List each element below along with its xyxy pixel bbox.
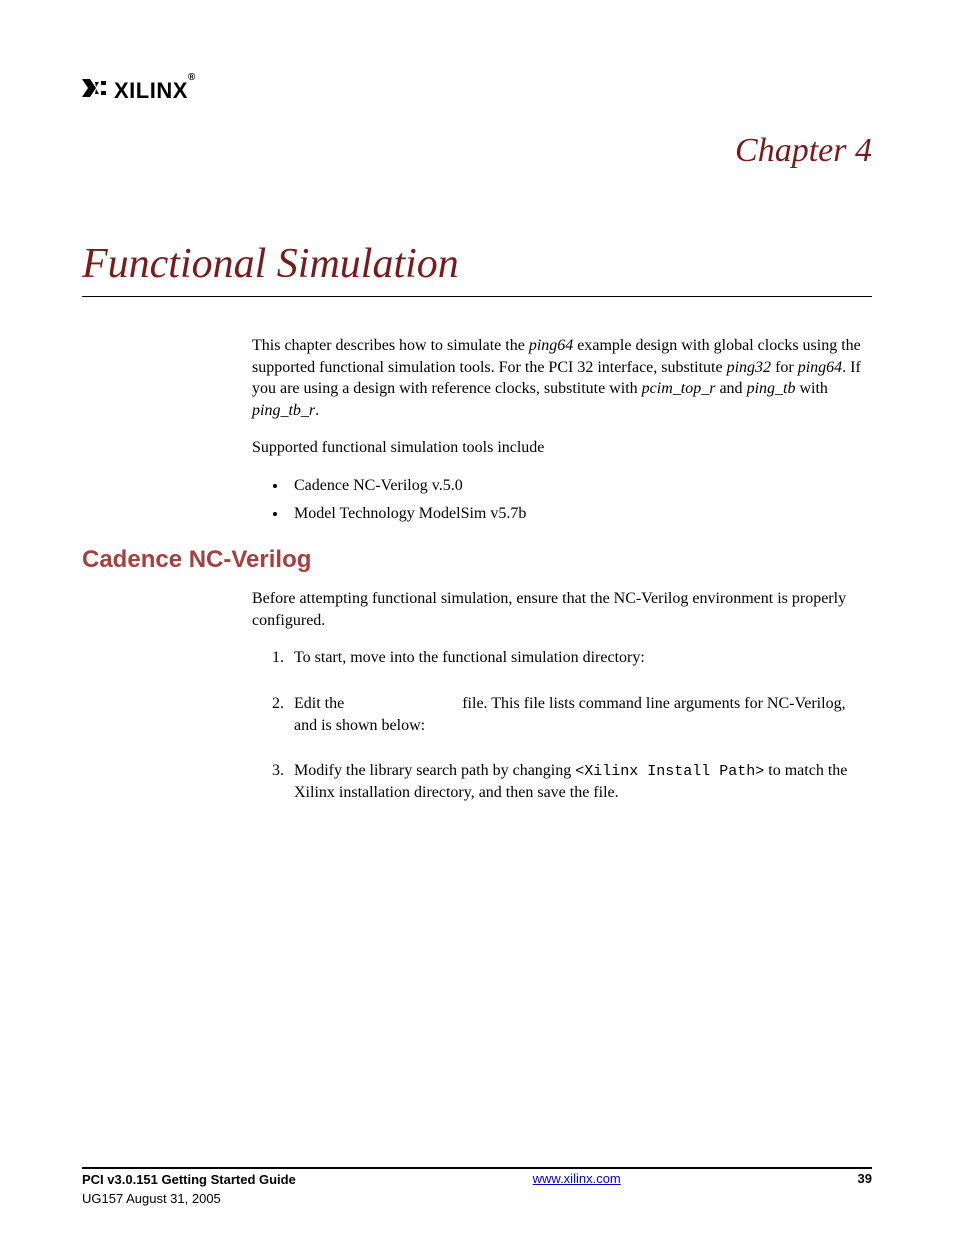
step-list: To start, move into the functional simul… [252, 647, 872, 804]
footer-url-link[interactable]: www.xilinx.com [533, 1171, 621, 1186]
xilinx-logo-icon [82, 79, 110, 103]
chapter-title: Functional Simulation [82, 240, 872, 288]
section1-paragraph: Before attempting functional simulation,… [252, 588, 872, 631]
page-footer: PCI v3.0.151 Getting Started Guide UG157… [82, 1171, 872, 1209]
step-2: Edit the file. This file lists command l… [288, 693, 872, 736]
section-heading-cadence: Cadence NC-Verilog [82, 546, 872, 574]
footer-divider [82, 1167, 872, 1169]
step-3: Modify the library search path by changi… [288, 760, 872, 804]
list-item: Cadence NC-Verilog v.5.0 [288, 475, 872, 497]
footer-doc-title: PCI v3.0.151 Getting Started Guide [82, 1171, 296, 1190]
list-item: Model Technology ModelSim v5.7b [288, 503, 872, 525]
step-1: To start, move into the functional simul… [288, 647, 872, 669]
footer-page-number: 39 [858, 1171, 872, 1186]
chapter-label: Chapter 4 [82, 132, 872, 170]
logo: XILINX® [82, 78, 872, 104]
intro-paragraph-2: Supported functional simulation tools in… [252, 437, 872, 459]
footer-left: PCI v3.0.151 Getting Started Guide UG157… [82, 1171, 296, 1209]
title-divider [82, 296, 872, 297]
logo-text: XILINX® [114, 78, 196, 104]
code-literal: <Xilinx Install Path> [575, 763, 764, 780]
intro-paragraph-1: This chapter describes how to simulate t… [252, 335, 872, 421]
tool-list: Cadence NC-Verilog v.5.0 Model Technolog… [252, 475, 872, 524]
registered-mark-icon: ® [188, 72, 196, 83]
footer-doc-date: UG157 August 31, 2005 [82, 1190, 296, 1209]
